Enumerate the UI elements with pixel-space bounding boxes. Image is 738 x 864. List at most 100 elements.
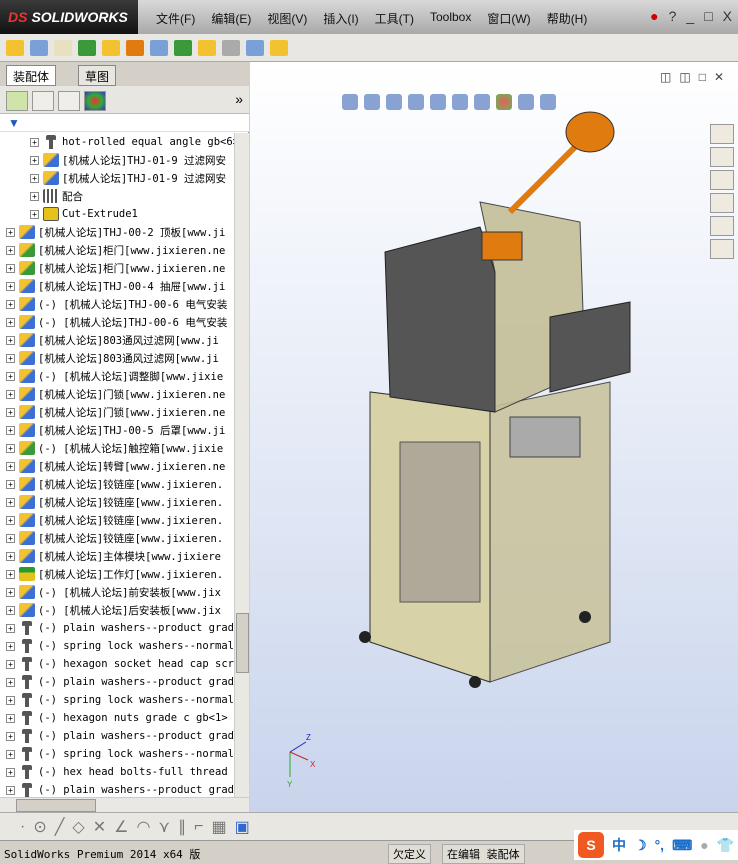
tree-item[interactable]: + (-) spring lock washers--normal xyxy=(0,745,234,763)
expand-icon[interactable]: + xyxy=(30,137,39,147)
minimize-button[interactable]: _ xyxy=(686,8,694,24)
toolbar-button[interactable] xyxy=(222,39,240,56)
menu-item[interactable]: Toolbox xyxy=(422,10,479,27)
tree-item[interactable]: + (-) spring lock washers--normal xyxy=(0,691,234,709)
extend-icon[interactable]: ∠ xyxy=(114,817,128,837)
tree-item[interactable]: + (-) [机械人论坛]前安装板[www.jix xyxy=(0,583,234,601)
expand-icon[interactable]: + xyxy=(6,335,15,345)
traffic-light-icon[interactable]: ● xyxy=(650,8,658,24)
circle-icon[interactable]: ⊙ xyxy=(33,817,46,837)
line-icon[interactable]: ╱ xyxy=(55,817,65,837)
tree-item[interactable]: + (-) [机械人论坛]THJ-00-6 电气安装 xyxy=(0,313,234,331)
tree-item[interactable]: + [机械人论坛]铰链座[www.jixieren. xyxy=(0,493,234,511)
tree-item[interactable]: + Cut-Extrude1 xyxy=(0,205,234,223)
menu-item[interactable]: 插入(I) xyxy=(315,10,366,27)
skin-icon[interactable]: 👕 xyxy=(717,837,734,854)
expand-icon[interactable]: + xyxy=(6,263,15,273)
menu-item[interactable]: 文件(F) xyxy=(148,10,203,27)
expand-icon[interactable]: + xyxy=(6,317,15,327)
tab-sketch[interactable]: 草图 xyxy=(78,65,117,86)
scrollbar-thumb[interactable] xyxy=(16,799,96,812)
expand-chevron-icon[interactable]: » xyxy=(235,91,243,108)
grid-icon[interactable]: ▦ xyxy=(211,817,226,837)
tree-vertical-scrollbar[interactable] xyxy=(234,133,249,797)
expand-icon[interactable]: + xyxy=(6,623,15,633)
tree-item[interactable]: + [机械人论坛]铰链座[www.jixieren. xyxy=(0,475,234,493)
parallel-icon[interactable]: ∥ xyxy=(178,817,186,837)
tree-item[interactable]: + [机械人论坛]803通风过滤网[www.ji xyxy=(0,349,234,367)
polygon-icon[interactable]: ◇ xyxy=(72,817,84,837)
expand-icon[interactable]: + xyxy=(6,425,15,435)
close-button[interactable]: X xyxy=(723,8,732,24)
expand-icon[interactable]: + xyxy=(6,551,15,561)
property-manager-icon[interactable] xyxy=(32,91,54,111)
tree-item[interactable]: + [机械人论坛]转臂[www.jixieren.ne xyxy=(0,457,234,475)
mirror-icon[interactable]: ⋎ xyxy=(158,817,170,837)
offset-icon[interactable]: ◠ xyxy=(136,817,150,837)
expand-icon[interactable]: + xyxy=(6,281,15,291)
tree-item[interactable]: + [机械人论坛]THJ-01-9 过滤网安 xyxy=(0,151,234,169)
tree-item[interactable]: + [机械人论坛]工作灯[www.jixieren. xyxy=(0,565,234,583)
menu-item[interactable]: 编辑(E) xyxy=(203,10,259,27)
graphics-area[interactable]: ◫ ◫ □ ✕ X Y Z xyxy=(250,62,738,812)
tree-item[interactable]: + (-) hex head bolts-full thread g xyxy=(0,763,234,781)
solidworks-logo[interactable]: DS SOLIDWORKS xyxy=(0,0,138,34)
tree-item[interactable]: + [机械人论坛]柜门[www.jixieren.ne xyxy=(0,259,234,277)
expand-icon[interactable]: + xyxy=(6,587,15,597)
custom-properties-icon[interactable] xyxy=(710,239,734,259)
expand-icon[interactable]: + xyxy=(6,353,15,363)
filter-icon[interactable]: ▼ xyxy=(0,114,249,132)
tree-item[interactable]: + [机械人论坛]主体模块[www.jixiere xyxy=(0,547,234,565)
display-manager-icon[interactable] xyxy=(84,91,106,111)
expand-icon[interactable]: + xyxy=(6,497,15,507)
toolbar-button[interactable] xyxy=(54,39,72,56)
tree-item[interactable]: + [机械人论坛]THJ-00-4 抽屉[www.ji xyxy=(0,277,234,295)
trim-icon[interactable]: ✕ xyxy=(93,817,106,837)
toolbar-button[interactable] xyxy=(126,39,144,56)
tree-item[interactable]: + (-) [机械人论坛]THJ-00-6 电气安装 xyxy=(0,295,234,313)
expand-icon[interactable]: + xyxy=(6,533,15,543)
scrollbar-thumb[interactable] xyxy=(236,613,249,673)
menu-item[interactable]: 视图(V) xyxy=(259,10,315,27)
tree-item[interactable]: + [机械人论坛]THJ-01-9 过滤网安 xyxy=(0,169,234,187)
toolbar-button[interactable] xyxy=(174,39,192,56)
tree-item[interactable]: + (-) plain washers--product grade xyxy=(0,781,234,797)
tab-assembly[interactable]: 装配体 xyxy=(6,65,57,86)
moon-icon[interactable]: ☽ xyxy=(634,837,647,854)
expand-icon[interactable]: + xyxy=(30,209,39,219)
expand-icon[interactable]: + xyxy=(6,767,15,777)
expand-icon[interactable]: + xyxy=(6,407,15,417)
expand-icon[interactable]: + xyxy=(6,677,15,687)
view-cube-icon[interactable]: ▣ xyxy=(235,817,250,837)
tree-item[interactable]: + (-) [机械人论坛]触控箱[www.jixie xyxy=(0,439,234,457)
feature-manager-icon[interactable] xyxy=(6,91,28,111)
toolbar-button[interactable] xyxy=(30,39,48,56)
tree-item[interactable]: + (-) plain washers--product grade xyxy=(0,673,234,691)
tree-item[interactable]: + (-) hexagon socket head cap scre xyxy=(0,655,234,673)
tree-item[interactable]: + [机械人论坛]THJ-00-5 后罩[www.ji xyxy=(0,421,234,439)
tree-item[interactable]: + (-) plain washers--product grade xyxy=(0,619,234,637)
expand-icon[interactable]: + xyxy=(30,155,39,165)
tree-horizontal-scrollbar[interactable] xyxy=(0,797,249,812)
expand-icon[interactable]: + xyxy=(6,785,15,795)
tree-item[interactable]: + (-) [机械人论坛]调整脚[www.jixie xyxy=(0,367,234,385)
expand-icon[interactable]: + xyxy=(6,605,15,615)
tree-item[interactable]: + [机械人论坛]门锁[www.jixieren.ne xyxy=(0,385,234,403)
expand-icon[interactable]: + xyxy=(6,641,15,651)
appearances-icon[interactable] xyxy=(710,216,734,236)
toolbar-button[interactable] xyxy=(78,39,96,56)
toolbar-button[interactable] xyxy=(198,39,216,56)
menu-item[interactable]: 帮助(H) xyxy=(539,10,596,27)
expand-icon[interactable]: + xyxy=(6,371,15,381)
configuration-manager-icon[interactable] xyxy=(58,91,80,111)
punctuation-icon[interactable]: °, xyxy=(655,837,665,853)
expand-icon[interactable]: + xyxy=(6,479,15,489)
keyboard-icon[interactable]: ⌨ xyxy=(672,837,692,854)
expand-icon[interactable]: + xyxy=(6,569,15,579)
file-explorer-icon[interactable] xyxy=(710,170,734,190)
tree-item[interactable]: + (-) plain washers--product grade xyxy=(0,727,234,745)
toolbar-button[interactable] xyxy=(102,39,120,56)
expand-icon[interactable]: + xyxy=(6,245,15,255)
home-icon[interactable] xyxy=(710,124,734,144)
tree-item[interactable]: + (-) [机械人论坛]后安装板[www.jix xyxy=(0,601,234,619)
